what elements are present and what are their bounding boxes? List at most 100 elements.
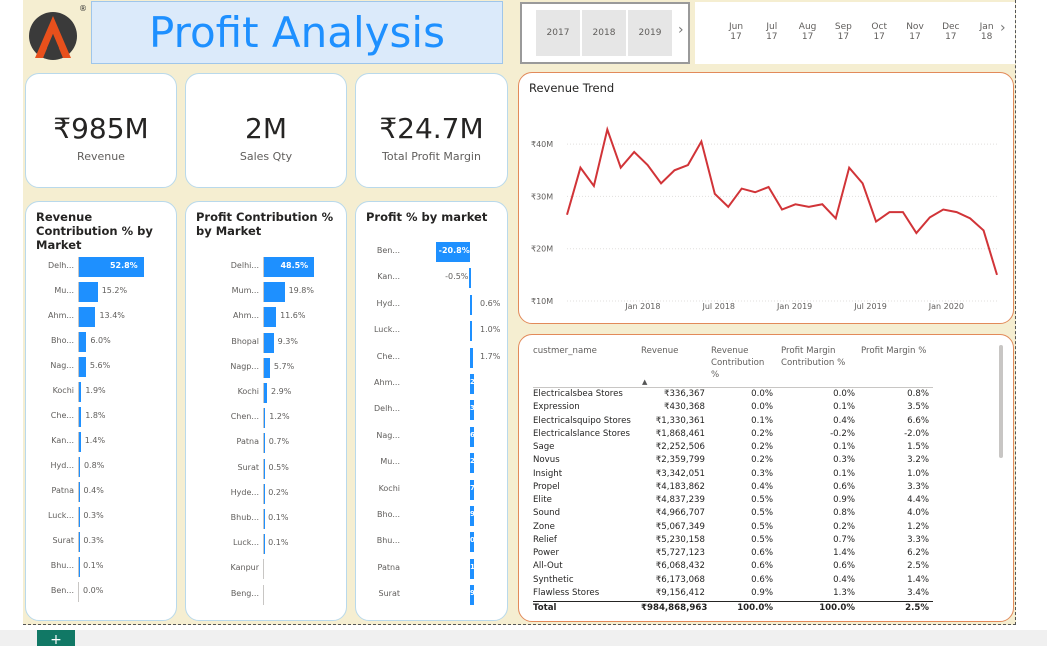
- month-button[interactable]: Dec17: [934, 14, 968, 52]
- bar[interactable]: [469, 268, 471, 288]
- table-row[interactable]: Electricalslance Stores₹1,868,4610.2%-0.…: [519, 428, 939, 441]
- data-point[interactable]: [700, 140, 703, 143]
- year-button[interactable]: 2019: [628, 10, 672, 56]
- data-point[interactable]: [754, 191, 757, 194]
- data-point[interactable]: [955, 211, 958, 214]
- data-point[interactable]: [660, 182, 663, 185]
- bar[interactable]: [470, 321, 472, 341]
- revenue-series-line[interactable]: [567, 130, 997, 275]
- table-row[interactable]: Propel₹4,183,8620.4%0.6%3.3%: [519, 481, 939, 494]
- bar[interactable]: [264, 433, 265, 453]
- data-point[interactable]: [861, 182, 864, 185]
- data-point[interactable]: [686, 164, 689, 167]
- data-label: 15.2%: [102, 286, 127, 295]
- table-row[interactable]: Novus₹2,359,7990.2%0.3%3.2%: [519, 454, 939, 467]
- column-header[interactable]: Revenue Contribution %: [711, 345, 775, 381]
- data-point[interactable]: [996, 273, 999, 276]
- month-button[interactable]: Oct17: [862, 14, 896, 52]
- bar[interactable]: [264, 358, 270, 378]
- table-row[interactable]: All-Out₹6,068,4320.6%0.6%2.5%: [519, 560, 939, 573]
- data-point[interactable]: [794, 203, 797, 206]
- month-next-button[interactable]: ›: [1000, 20, 1006, 36]
- bar[interactable]: [264, 282, 285, 302]
- table-row[interactable]: Electricalsbea Stores₹336,3670.0%0.0%0.8…: [519, 388, 939, 401]
- table-row[interactable]: Zone₹5,067,3490.5%0.2%1.2%: [519, 521, 939, 534]
- bar[interactable]: [264, 459, 265, 479]
- table-row[interactable]: Synthetic₹6,173,0680.6%0.4%1.4%: [519, 574, 939, 587]
- data-point[interactable]: [606, 128, 609, 131]
- bar[interactable]: [470, 295, 472, 315]
- y-tick-label: ₹20M: [531, 245, 553, 254]
- x-tick-label: Jan 2018: [624, 302, 660, 311]
- bar[interactable]: [79, 282, 98, 302]
- table-row[interactable]: Electricalsquipo Stores₹1,330,3610.1%0.4…: [519, 415, 939, 428]
- table-row[interactable]: Expression₹430,3680.0%0.1%3.5%: [519, 401, 939, 414]
- bar[interactable]: [264, 333, 274, 353]
- bar[interactable]: [79, 457, 80, 477]
- data-point[interactable]: [740, 187, 743, 190]
- year-button[interactable]: 2018: [582, 10, 626, 56]
- data-point[interactable]: [901, 211, 904, 214]
- column-header[interactable]: Revenue: [641, 345, 707, 357]
- data-point[interactable]: [915, 232, 918, 235]
- data-point[interactable]: [566, 213, 569, 216]
- data-point[interactable]: [875, 220, 878, 223]
- month-button[interactable]: Nov17: [898, 14, 932, 52]
- column-header[interactable]: Profit Margin Contribution %: [781, 345, 855, 369]
- data-point[interactable]: [969, 217, 972, 220]
- table-row[interactable]: Power₹5,727,1230.6%1.4%6.2%: [519, 547, 939, 560]
- table-scrollbar[interactable]: [999, 345, 1003, 458]
- bar[interactable]: [79, 357, 86, 377]
- data-point[interactable]: [942, 208, 945, 211]
- table-row[interactable]: Sage₹2,252,5060.2%0.1%1.5%: [519, 441, 939, 454]
- table-cell: All-Out: [533, 560, 643, 573]
- total-cell: 100.0%: [711, 602, 773, 615]
- table-row[interactable]: Sound₹4,966,7070.5%0.8%4.0%: [519, 507, 939, 520]
- data-point[interactable]: [633, 150, 636, 153]
- data-point[interactable]: [619, 166, 622, 169]
- bar-row: Bhu...0: [356, 532, 507, 552]
- page-title-box: Profit Analysis: [91, 1, 503, 64]
- month-button[interactable]: Sep17: [826, 14, 860, 52]
- column-header[interactable]: Profit Margin %: [861, 345, 931, 357]
- bar[interactable]: [264, 408, 265, 428]
- table-row[interactable]: Elite₹4,837,2390.5%0.9%4.4%: [519, 494, 939, 507]
- month-button[interactable]: Jan18: [970, 14, 1004, 52]
- bar[interactable]: [79, 332, 86, 352]
- data-point[interactable]: [888, 211, 891, 214]
- bar[interactable]: [79, 407, 81, 427]
- month-button[interactable]: Aug17: [791, 14, 825, 52]
- month-button[interactable]: Jul17: [755, 14, 789, 52]
- bar[interactable]: [470, 348, 473, 368]
- data-point[interactable]: [767, 186, 770, 189]
- data-point[interactable]: [592, 184, 595, 187]
- data-point[interactable]: [807, 205, 810, 208]
- bar[interactable]: [264, 383, 267, 403]
- data-point[interactable]: [928, 216, 931, 219]
- bar[interactable]: [264, 307, 276, 327]
- table-row[interactable]: Flawless Stores₹9,156,4120.9%1.3%3.4%: [519, 587, 939, 600]
- bar[interactable]: [79, 307, 95, 327]
- data-point[interactable]: [673, 169, 676, 172]
- data-point[interactable]: [781, 208, 784, 211]
- column-header[interactable]: custmer_name: [533, 345, 643, 357]
- year-next-button[interactable]: ›: [678, 22, 684, 38]
- year-button[interactable]: 2017: [536, 10, 580, 56]
- data-point[interactable]: [713, 192, 716, 195]
- data-point[interactable]: [834, 217, 837, 220]
- category-label: Luck...: [30, 511, 74, 520]
- data-point[interactable]: [982, 229, 985, 232]
- data-point[interactable]: [821, 203, 824, 206]
- table-row[interactable]: Relief₹5,230,1580.5%0.7%3.3%: [519, 534, 939, 547]
- data-point[interactable]: [579, 166, 582, 169]
- table-body: custmer_nameRevenue Revenue Contribution …: [519, 335, 999, 621]
- table-row[interactable]: Insight₹3,342,0510.3%0.1%1.0%: [519, 468, 939, 481]
- bar[interactable]: [79, 432, 81, 452]
- bar[interactable]: [79, 382, 81, 402]
- data-label: 0.6%: [480, 299, 500, 308]
- data-point[interactable]: [646, 164, 649, 167]
- add-page-button[interactable]: +: [37, 630, 75, 646]
- data-point[interactable]: [727, 205, 730, 208]
- data-point[interactable]: [848, 166, 851, 169]
- month-button[interactable]: Jun17: [719, 14, 753, 52]
